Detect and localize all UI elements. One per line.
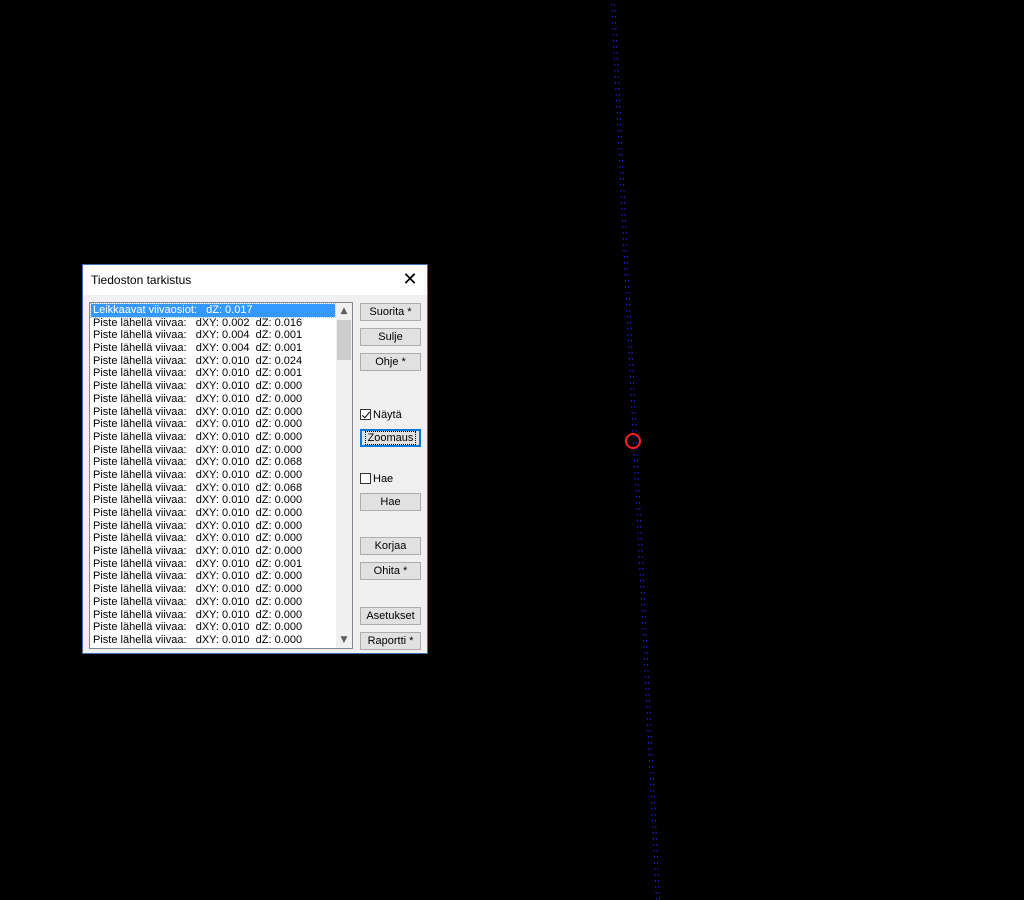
list-item[interactable]: Piste lähellä viivaa: dXY: 0.010 dZ: 0.0… bbox=[91, 444, 335, 457]
settings-button-label: Asetukset bbox=[366, 610, 415, 622]
list-item[interactable]: Piste lähellä viivaa: dXY: 0.010 dZ: 0.0… bbox=[91, 355, 335, 368]
close-dialog-button[interactable]: Sulje bbox=[360, 328, 421, 346]
list-item[interactable]: Piste lähellä viivaa: dXY: 0.010 dZ: 0.0… bbox=[91, 634, 335, 647]
vertical-scrollbar[interactable]: ▲ ▼ bbox=[336, 303, 352, 648]
fix-button[interactable]: Korjaa bbox=[360, 537, 421, 555]
list-item[interactable]: Piste lähellä viivaa: dXY: 0.010 dZ: 0.0… bbox=[91, 583, 335, 596]
list-item[interactable]: Piste lähellä viivaa: dXY: 0.010 dZ: 0.0… bbox=[91, 532, 335, 545]
skip-button-label: Ohita * bbox=[373, 565, 408, 577]
report-button[interactable]: Raportti * bbox=[360, 632, 421, 650]
zoom-button-label: Zoomaus bbox=[364, 431, 417, 445]
dialog-titlebar[interactable]: Tiedoston tarkistus ✕ bbox=[83, 265, 427, 295]
search-checkbox-row[interactable]: Hae bbox=[360, 472, 393, 486]
show-checkbox-label: Näytä bbox=[373, 409, 402, 421]
list-item[interactable]: Piste lähellä viivaa: dXY: 0.010 dZ: 0.0… bbox=[91, 609, 335, 622]
list-item[interactable]: Piste lähellä viivaa: dXY: 0.010 dZ: 0.0… bbox=[91, 507, 335, 520]
results-listbox[interactable]: Leikkaavat viivaosiot: dZ: 0.017 Piste lä… bbox=[89, 302, 353, 649]
list-item[interactable]: Piste lähellä viivaa: dXY: 0.004 dZ: 0.0… bbox=[91, 329, 335, 342]
list-item[interactable]: Piste lähellä viivaa: dXY: 0.010 dZ: 0.0… bbox=[91, 545, 335, 558]
list-item[interactable]: Leikkaavat viivaosiot: dZ: 0.017 bbox=[90, 303, 336, 318]
list-item[interactable]: Piste lähellä viivaa: dXY: 0.010 dZ: 0.0… bbox=[91, 469, 335, 482]
show-checkbox[interactable] bbox=[360, 408, 371, 420]
list-item[interactable]: Piste lähellä viivaa: dXY: 0.004 dZ: 0.0… bbox=[91, 342, 335, 355]
list-item[interactable]: Piste lähellä viivaa: dXY: 0.010 dZ: 0.0… bbox=[91, 482, 335, 495]
scroll-down-arrow-icon[interactable]: ▼ bbox=[336, 632, 352, 648]
search-button[interactable]: Hae bbox=[360, 493, 421, 511]
fix-button-label: Korjaa bbox=[374, 540, 407, 552]
list-item[interactable]: Piste lähellä viivaa: dXY: 0.010 dZ: 0.0… bbox=[91, 596, 335, 609]
run-button-label: Suorita * bbox=[369, 306, 412, 318]
list-item[interactable]: Piste lähellä viivaa: dXY: 0.010 dZ: 0.0… bbox=[91, 431, 335, 444]
list-item[interactable]: Piste lähellä viivaa: dXY: 0.010 dZ: 0.0… bbox=[91, 558, 335, 571]
scroll-up-arrow-icon[interactable]: ▲ bbox=[336, 303, 352, 319]
list-item[interactable]: Piste lähellä viivaa: dXY: 0.010 dZ: 0.0… bbox=[91, 456, 335, 469]
scroll-thumb[interactable] bbox=[337, 320, 351, 360]
list-item[interactable]: Piste lähellä viivaa: dXY: 0.002 dZ: 0.0… bbox=[91, 317, 335, 330]
list-item[interactable]: Piste lähellä viivaa: dXY: 0.010 dZ: 0.0… bbox=[91, 393, 335, 406]
list-item[interactable]: Piste lähellä viivaa: dXY: 0.010 dZ: 0.0… bbox=[91, 367, 335, 380]
list-item[interactable]: Piste lähellä viivaa: dXY: 0.010 dZ: 0.0… bbox=[91, 570, 335, 583]
dotted-polyline bbox=[611, 4, 660, 900]
list-item[interactable]: Piste lähellä viivaa: dXY: 0.010 dZ: 0.0… bbox=[91, 406, 335, 419]
search-button-label: Hae bbox=[380, 496, 401, 508]
settings-button[interactable]: Asetukset bbox=[360, 607, 421, 625]
zoom-button[interactable]: Zoomaus bbox=[360, 429, 421, 447]
help-button-label: Ohje * bbox=[375, 356, 406, 368]
list-item[interactable]: Piste lähellä viivaa: dXY: 0.010 dZ: 0.0… bbox=[91, 380, 335, 393]
close-dialog-button-label: Sulje bbox=[378, 331, 403, 343]
skip-button[interactable]: Ohita * bbox=[360, 562, 421, 580]
search-checkbox-label: Hae bbox=[373, 473, 394, 485]
list-item[interactable]: Piste lähellä viivaa: dXY: 0.010 dZ: 0.0… bbox=[91, 621, 335, 634]
help-button[interactable]: Ohje * bbox=[360, 353, 421, 371]
file-check-dialog: Tiedoston tarkistus ✕ Leikkaavat viivaos… bbox=[82, 264, 428, 654]
list-item[interactable]: Piste lähellä viivaa: dXY: 0.010 dZ: 0.0… bbox=[91, 520, 335, 533]
show-checkbox-row[interactable]: Näytä bbox=[360, 408, 402, 422]
search-checkbox[interactable] bbox=[360, 472, 371, 484]
dialog-title: Tiedoston tarkistus bbox=[91, 273, 192, 287]
report-button-label: Raportti * bbox=[367, 635, 414, 647]
list-item[interactable]: Piste lähellä viivaa: dXY: 0.010 dZ: 0.0… bbox=[91, 494, 335, 507]
list-item[interactable]: Piste lähellä viivaa: dXY: 0.010 dZ: 0.0… bbox=[91, 418, 335, 431]
run-button[interactable]: Suorita * bbox=[360, 303, 421, 321]
close-button[interactable]: ✕ bbox=[397, 267, 423, 293]
close-icon: ✕ bbox=[402, 269, 418, 290]
results-list: Leikkaavat viivaosiot: dZ: 0.017 Piste lä… bbox=[90, 303, 336, 647]
